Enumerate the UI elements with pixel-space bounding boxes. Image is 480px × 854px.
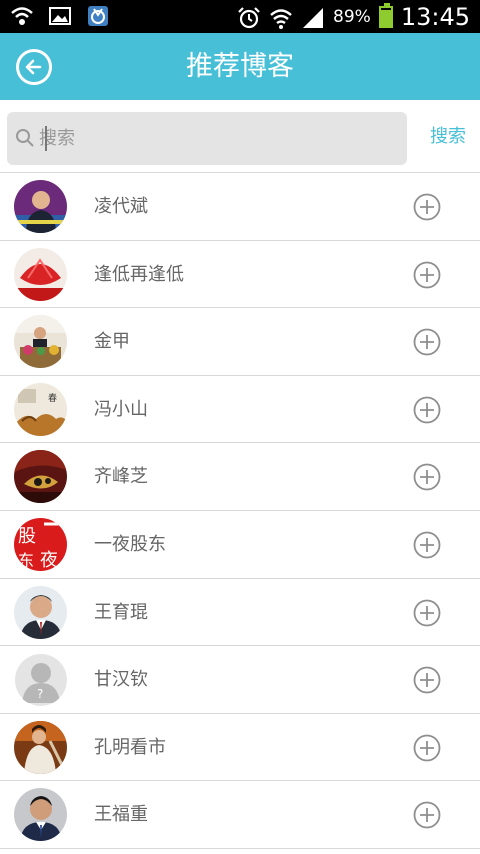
blogger-row[interactable]: 春冯小山 [0,376,480,444]
avatar[interactable] [14,247,67,301]
plus-circle-icon [413,666,441,698]
svg-text:春: 春 [48,392,57,404]
plus-circle-icon [413,328,441,360]
alarm-icon [237,6,261,29]
clock-time: 13:45 [400,3,470,31]
blogger-row[interactable]: 逢低再逢低 [0,241,480,309]
avatar[interactable] [14,788,67,842]
svg-text:夜: 夜 [40,550,58,571]
svg-text:股: 股 [18,526,36,547]
avatar[interactable] [14,720,67,774]
add-follow-button[interactable] [413,328,441,356]
blogger-row[interactable]: 王育琨 [0,579,480,647]
text-cursor [45,126,47,151]
add-follow-button[interactable] [413,734,441,762]
avatar[interactable] [14,450,67,504]
blogger-name: 逢低再逢低 [94,263,184,285]
avatar[interactable] [14,180,67,233]
search-icon [16,129,34,147]
add-follow-button[interactable] [413,261,441,289]
image-icon [48,5,72,27]
blogger-name: 一夜股东 [94,533,166,555]
add-follow-button[interactable] [413,666,441,694]
avatar[interactable]: 春 [14,382,67,436]
blogger-row[interactable]: 股夜东 一夜股东 [0,511,480,579]
svg-text:?: ? [37,687,43,701]
plus-circle-icon [413,261,441,293]
avatar[interactable] [14,315,67,369]
wifi-icon [10,5,34,27]
add-follow-button[interactable] [413,193,441,221]
avatar[interactable]: 股夜东 [14,517,67,571]
plus-circle-icon [413,734,441,766]
add-follow-button[interactable] [413,463,441,491]
blogger-name: 孔明看市 [94,736,166,758]
avatar[interactable] [14,585,67,639]
add-follow-button[interactable] [413,396,441,424]
battery-icon [378,3,393,28]
blogger-name: 冯小山 [94,398,148,420]
blogger-row[interactable]: 王福重 [0,781,480,849]
blogger-name: 王育琨 [94,601,148,623]
blogger-row[interactable]: 凌代斌 [0,173,480,241]
search-bar: 搜索 [0,100,480,173]
app-notification-icon [86,5,110,27]
add-follow-button[interactable] [413,599,441,627]
search-input[interactable] [39,112,399,165]
avatar[interactable]: ? [14,653,67,707]
wifi-signal-icon [269,6,293,29]
blogger-name: 王福重 [94,804,148,826]
plus-circle-icon [413,801,441,833]
blogger-name: 甘汉钦 [94,669,148,691]
page-title: 推荐博客 [186,51,294,82]
blogger-name: 金甲 [94,331,130,353]
blogger-list: 凌代斌 逢低再逢低 金甲春冯小山 齐峰芝股夜东 一夜股东 王育琨? 甘汉钦 孔明看市 王福重 [0,173,480,849]
plus-circle-icon [413,193,441,225]
blogger-name: 齐峰芝 [94,466,148,488]
plus-circle-icon [413,396,441,428]
add-follow-button[interactable] [413,531,441,559]
blogger-row[interactable]: 金甲 [0,308,480,376]
blogger-row[interactable]: 齐峰芝 [0,443,480,511]
blogger-name: 凌代斌 [94,196,148,217]
status-bar: 89% 13:45 [0,0,480,33]
search-box[interactable] [7,112,407,165]
app-bar: 推荐博客 [0,33,480,100]
blogger-row[interactable]: ? 甘汉钦 [0,646,480,714]
svg-text:东: 东 [18,551,34,570]
plus-circle-icon [413,463,441,495]
plus-circle-icon [413,531,441,563]
search-button[interactable]: 搜索 [430,100,466,173]
add-follow-button[interactable] [413,801,441,829]
cell-signal-icon [301,6,325,28]
plus-circle-icon [413,599,441,631]
battery-percent: 89% [333,7,371,27]
blogger-row[interactable]: 孔明看市 [0,714,480,782]
